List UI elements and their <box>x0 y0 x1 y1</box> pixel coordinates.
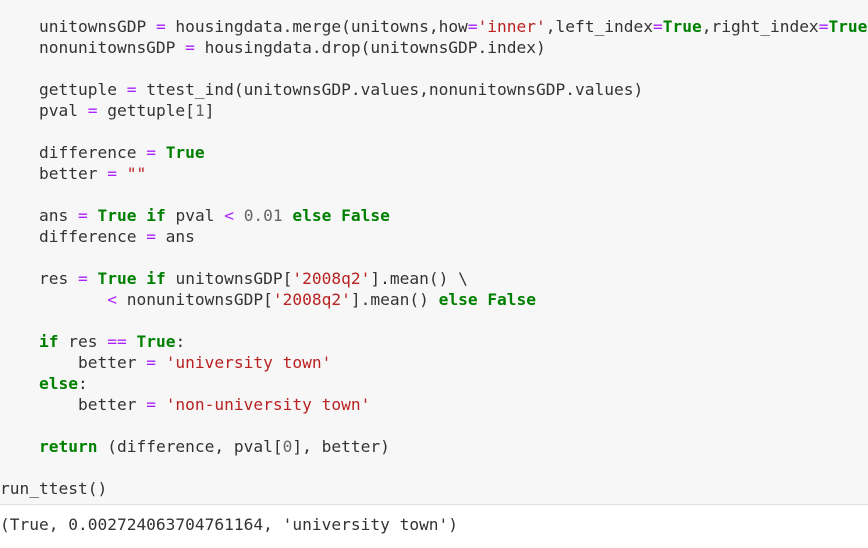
code-line-8: difference = ans <box>0 227 195 246</box>
code-line-12: better = 'university town' <box>0 353 332 372</box>
code-line-15: return (difference, pval[0], better) <box>38 437 390 456</box>
code-cell[interactable]: unitownsGDP = housingdata.merge(unitowns… <box>0 0 868 505</box>
code-line-3: gettuple = ttest_ind(unitownsGDP.values,… <box>0 80 644 99</box>
code-line-4: pval = gettuple[1] <box>0 101 215 120</box>
code-line-5: difference = True <box>0 143 205 162</box>
code-line-10: < nonunitownsGDP['2008q2'].mean() else F… <box>107 290 537 309</box>
code-line-16: run_ttest() <box>0 479 108 498</box>
code-line-13: else: <box>38 374 88 393</box>
code-line-6: better = "" <box>0 164 147 183</box>
code-line-2: nonunitownsGDP = housingdata.drop(unitow… <box>0 38 546 57</box>
code-line-14: better = 'non-university town' <box>0 395 371 414</box>
code-line-9: res = True if unitownsGDP['2008q2'].mean… <box>0 269 468 288</box>
code-line-7: ans = True if pval < 0.01 else False <box>0 206 390 225</box>
output-cell: (True, 0.002724063704761164, 'university… <box>0 505 868 548</box>
output-text: (True, 0.002724063704761164, 'university… <box>0 515 459 534</box>
code-line-11: if res == True: <box>38 332 186 351</box>
code-line-1: unitownsGDP = housingdata.merge(unitowns… <box>0 17 868 36</box>
